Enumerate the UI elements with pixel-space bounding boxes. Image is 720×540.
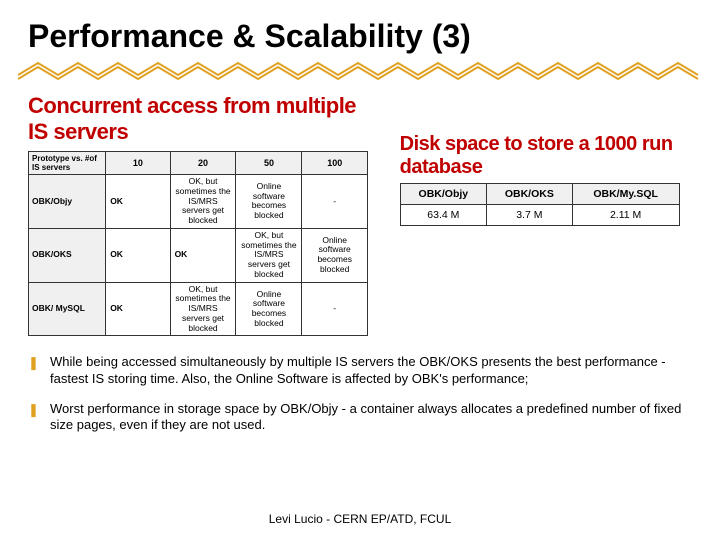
cell: OK, but sometimes the IS/MRS servers get… xyxy=(236,228,302,282)
tables-row: Concurrent access from multiple IS serve… xyxy=(28,93,692,336)
zigzag-icon xyxy=(18,61,718,81)
bullet-list: ❚ While being accessed simultaneously by… xyxy=(28,354,692,433)
col-100: 100 xyxy=(302,152,368,175)
col-mysql: OBK/My.SQL xyxy=(572,184,679,205)
cell: - xyxy=(302,282,368,336)
slide: Performance & Scalability (3) Concurrent… xyxy=(0,0,720,540)
cell: Online software becomes blocked xyxy=(236,282,302,336)
concurrent-table: Prototype vs. #of IS servers 10 20 50 10… xyxy=(28,151,368,336)
cell: OK xyxy=(106,282,170,336)
list-item: ❚ Worst performance in storage space by … xyxy=(28,401,692,434)
cell: OK xyxy=(106,175,170,229)
table-row: OBK/Objy OK OK, but sometimes the IS/MRS… xyxy=(29,175,368,229)
val-objy: 63.4 M xyxy=(400,205,486,226)
table-row: OBK/Objy OBK/OKS OBK/My.SQL xyxy=(400,184,679,205)
disk-table: OBK/Objy OBK/OKS OBK/My.SQL 63.4 M 3.7 M… xyxy=(400,183,680,226)
col-objy: OBK/Objy xyxy=(400,184,486,205)
col-oks: OBK/OKS xyxy=(487,184,573,205)
row-oks: OBK/OKS xyxy=(29,228,106,282)
list-item: ❚ While being accessed simultaneously by… xyxy=(28,354,692,387)
table-row: 63.4 M 3.7 M 2.11 M xyxy=(400,205,679,226)
cell: OK, but sometimes the IS/MRS servers get… xyxy=(170,175,236,229)
table-row: OBK/ MySQL OK OK, but sometimes the IS/M… xyxy=(29,282,368,336)
bullet-text: Worst performance in storage space by OB… xyxy=(50,401,692,434)
row-mysql: OBK/ MySQL xyxy=(29,282,106,336)
subhead-disk: Disk space to store a 1000 run database xyxy=(400,133,692,179)
subhead-concurrent: Concurrent access from multiple IS serve… xyxy=(28,93,380,145)
bullet-icon: ❚ xyxy=(28,354,50,371)
disk-block: Disk space to store a 1000 run database … xyxy=(400,133,692,226)
page-title: Performance & Scalability (3) xyxy=(28,18,692,55)
bullet-icon: ❚ xyxy=(28,401,50,418)
cell: - xyxy=(302,175,368,229)
col-50: 50 xyxy=(236,152,302,175)
col-20: 20 xyxy=(170,152,236,175)
cell: Online software becomes blocked xyxy=(302,228,368,282)
table-row: OBK/OKS OK OK OK, but sometimes the IS/M… xyxy=(29,228,368,282)
footer: Levi Lucio - CERN EP/ATD, FCUL xyxy=(0,512,720,526)
cell: OK xyxy=(170,228,236,282)
table-corner: Prototype vs. #of IS servers xyxy=(29,152,106,175)
val-oks: 3.7 M xyxy=(487,205,573,226)
row-objy: OBK/Objy xyxy=(29,175,106,229)
table-row: Prototype vs. #of IS servers 10 20 50 10… xyxy=(29,152,368,175)
divider xyxy=(28,61,692,79)
cell: OK, but sometimes the IS/MRS servers get… xyxy=(170,282,236,336)
cell: OK xyxy=(106,228,170,282)
val-mysql: 2.11 M xyxy=(572,205,679,226)
cell: Online software becomes blocked xyxy=(236,175,302,229)
bullet-text: While being accessed simultaneously by m… xyxy=(50,354,692,387)
concurrent-block: Concurrent access from multiple IS serve… xyxy=(28,93,380,336)
col-10: 10 xyxy=(106,152,170,175)
